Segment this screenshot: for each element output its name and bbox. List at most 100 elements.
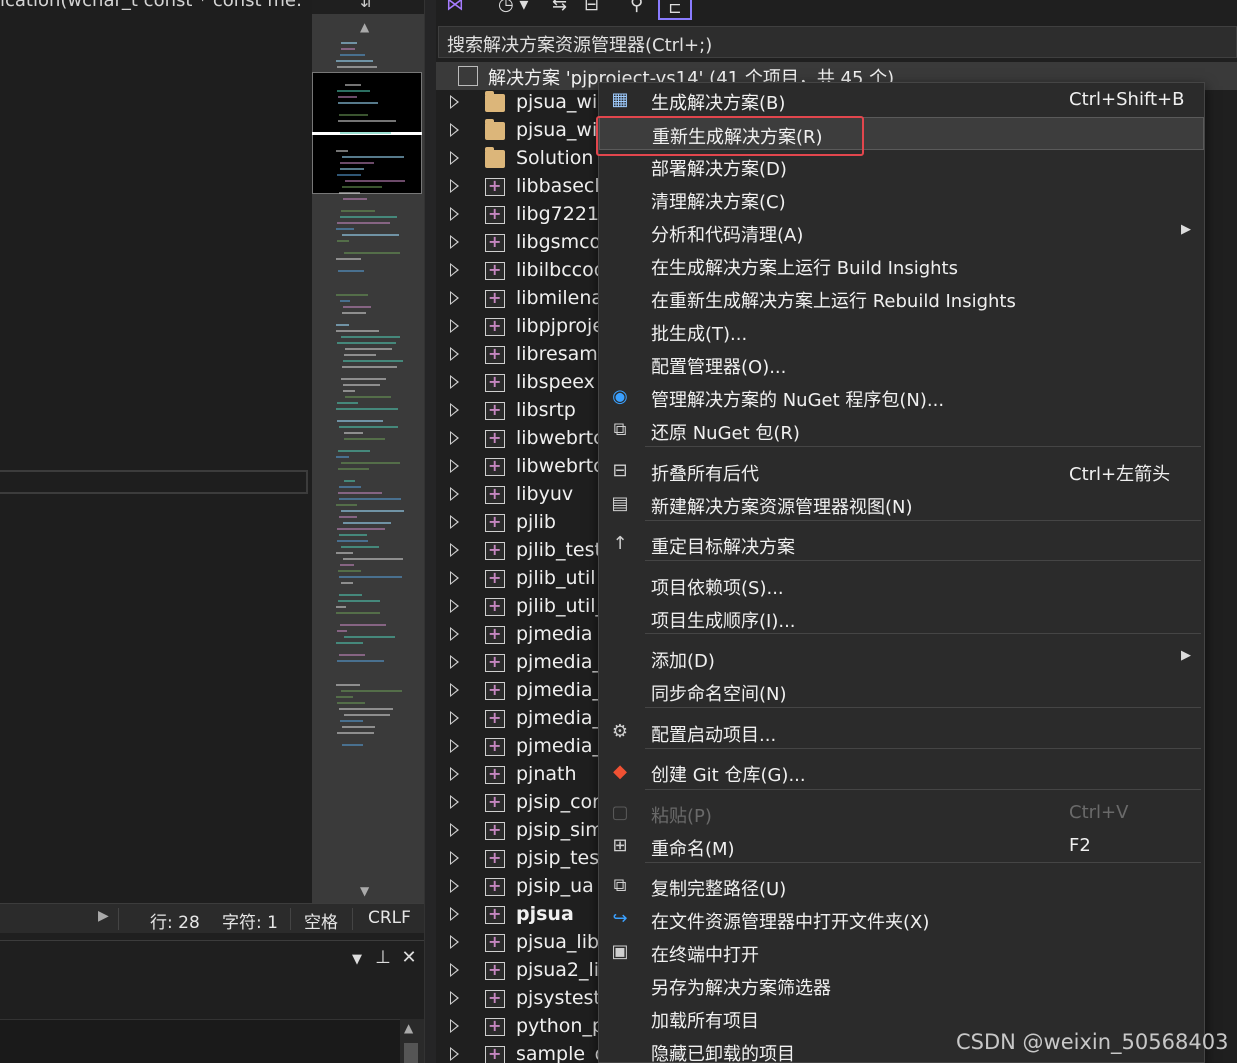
expand-arrow-icon[interactable] (450, 823, 459, 837)
pane-splitter[interactable] (424, 0, 436, 1063)
expand-arrow-icon[interactable] (450, 907, 459, 921)
scroll-up-arrow-icon[interactable]: ▲ (360, 20, 369, 34)
minimap-line (342, 744, 363, 746)
minimap-line (336, 60, 373, 62)
tree-item-label: pjlib_util_ (516, 595, 606, 617)
menu-item[interactable]: 另存为解决方案筛选器 (599, 969, 1204, 1002)
expand-arrow-icon[interactable] (450, 487, 459, 501)
menu-item[interactable]: ▣ 在终端中打开 (599, 936, 1204, 969)
tree-item-label: libsrtp (516, 399, 576, 421)
cpp-project-icon (485, 596, 505, 616)
menu-item-label: 在重新生成解决方案上运行 Rebuild Insights (651, 291, 1016, 312)
minimap-line (343, 390, 355, 392)
expand-arrow-icon[interactable] (450, 991, 459, 1005)
expand-arrow-icon[interactable] (450, 123, 459, 137)
expand-arrow-icon[interactable] (450, 319, 459, 333)
preview-selected-icon[interactable]: ⊏ (658, 0, 692, 20)
scroll-up-arrow-icon[interactable]: ▲ (404, 1021, 413, 1035)
minimap-line (338, 450, 370, 452)
tree-item-label: sample_d (516, 1043, 607, 1063)
menu-item[interactable]: 添加(D) ▶ (599, 642, 1204, 675)
expand-arrow-icon[interactable] (450, 95, 459, 109)
menu-item[interactable]: ↪ 在文件资源管理器中打开文件夹(X) (599, 903, 1204, 936)
editor-split-icon[interactable]: ⇵ (360, 0, 373, 11)
expand-arrow-icon[interactable] (450, 431, 459, 445)
expand-arrow-icon[interactable] (450, 179, 459, 193)
menu-item[interactable]: 同步命名空间(N) (599, 675, 1204, 708)
code-editor[interactable]: ication(wchar_t const * const me: (0, 0, 312, 905)
minimap-line (339, 426, 398, 428)
expand-arrow-icon[interactable] (450, 711, 459, 725)
expand-arrow-icon[interactable] (450, 963, 459, 977)
menu-item[interactable]: ⊞ 重命名(M) F2 (599, 830, 1204, 863)
menu-item-label: 添加(D) (651, 651, 715, 672)
expand-arrow-icon[interactable] (450, 879, 459, 893)
menu-item[interactable]: 项目依赖项(S)... (599, 569, 1204, 602)
expand-arrow-icon[interactable] (450, 571, 459, 585)
expand-arrow-icon[interactable] (450, 235, 459, 249)
status-line[interactable]: 行: 28 (150, 908, 200, 933)
expand-arrow-icon[interactable] (450, 655, 459, 669)
expand-arrow-icon[interactable] (450, 291, 459, 305)
close-icon[interactable]: ✕ (396, 947, 422, 968)
expand-arrow-icon[interactable] (450, 683, 459, 697)
expand-arrow-icon[interactable] (450, 263, 459, 277)
expand-arrow-icon[interactable] (450, 1019, 459, 1033)
scroll-down-arrow-icon[interactable]: ▼ (360, 884, 369, 898)
menu-item[interactable]: ▦ 生成解决方案(B) Ctrl+Shift+B (599, 84, 1204, 117)
menu-item[interactable]: ↑ 重定目标解决方案 (599, 528, 1204, 561)
folder-icon (485, 119, 505, 140)
menu-item[interactable]: ⊟ 折叠所有后代 Ctrl+左箭头 (599, 455, 1204, 488)
expand-arrow-icon[interactable] (450, 767, 459, 781)
solution-search-input[interactable]: 搜索解决方案资源管理器(Ctrl+;) (438, 26, 1237, 58)
menu-item[interactable]: 项目生成顺序(I)... (599, 602, 1204, 635)
menu-item[interactable]: 在重新生成解决方案上运行 Rebuild Insights (599, 282, 1204, 315)
cpp-project-icon (485, 428, 505, 448)
expand-arrow-icon[interactable] (450, 151, 459, 165)
menu-item[interactable]: 批生成(T)... (599, 315, 1204, 348)
cpp-project-icon (485, 988, 505, 1008)
vs-solution-icon[interactable]: ⋈ (446, 0, 464, 15)
minimap-line (343, 306, 371, 308)
expand-arrow-icon[interactable] (450, 1047, 459, 1061)
pin-icon[interactable]: ⊥ (370, 947, 396, 968)
menu-item[interactable]: 分析和代码清理(A) ▶ (599, 216, 1204, 249)
menu-item[interactable]: ◉ 管理解决方案的 NuGet 程序包(N)... (599, 381, 1204, 414)
expand-arrow-icon[interactable] (450, 851, 459, 865)
minimap-line (339, 114, 368, 116)
menu-item[interactable]: 配置管理器(O)... (599, 348, 1204, 381)
sync-icon[interactable]: ⇆ (552, 0, 567, 15)
panel-dropdown-icon[interactable]: ▼ (344, 952, 370, 967)
expand-arrow-icon[interactable] (450, 627, 459, 641)
expand-arrow-icon[interactable] (450, 739, 459, 753)
expand-arrow-icon[interactable] (450, 347, 459, 361)
expand-arrow-icon[interactable] (450, 543, 459, 557)
menu-item[interactable]: ⚙ 配置启动项目... (599, 716, 1204, 749)
collapse-all-icon[interactable]: ⊟ (584, 0, 599, 15)
expand-arrow-icon[interactable] (450, 795, 459, 809)
minimap-line (343, 360, 403, 362)
status-line-ending[interactable]: CRLF (368, 908, 411, 928)
expand-arrow-icon[interactable] (450, 207, 459, 221)
expand-arrow-icon[interactable] (450, 375, 459, 389)
properties-wrench-icon[interactable]: ⚲ (630, 0, 643, 15)
menu-item[interactable]: ⧉ 还原 NuGet 包(R) (599, 414, 1204, 447)
menu-item[interactable]: ⧉ 复制完整路径(U) (599, 870, 1204, 903)
expand-arrow-icon[interactable] (450, 515, 459, 529)
expand-arrow-icon[interactable] (450, 459, 459, 473)
expand-arrow-icon[interactable] (450, 403, 459, 417)
status-char[interactable]: 字符: 1 (222, 908, 278, 933)
status-separator (118, 908, 119, 930)
menu-item[interactable]: ▤ 新建解决方案资源管理器视图(N) (599, 488, 1204, 521)
panel-scrollbar[interactable]: ▲ (400, 1019, 424, 1063)
status-whitespace[interactable]: 空格 (304, 908, 338, 933)
expand-arrow-icon[interactable] (450, 935, 459, 949)
menu-item[interactable]: 清理解决方案(C) (599, 183, 1204, 216)
menu-item[interactable]: ◆ 创建 Git 仓库(G)... (599, 756, 1204, 789)
history-icon[interactable]: ◷ ▾ (498, 0, 528, 15)
scrollbar-thumb[interactable] (404, 1043, 418, 1063)
scroll-right-arrow-icon[interactable]: ▶ (98, 908, 109, 924)
menu-item[interactable]: 在生成解决方案上运行 Build Insights (599, 249, 1204, 282)
expand-arrow-icon[interactable] (450, 599, 459, 613)
minimap[interactable]: ▲ ▼ (312, 14, 424, 905)
